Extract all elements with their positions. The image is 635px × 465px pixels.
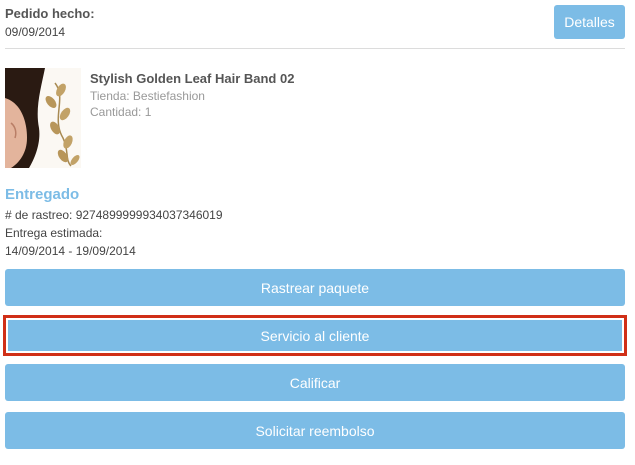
highlight-frame: Servicio al cliente	[3, 315, 627, 356]
track-package-button[interactable]: Rastrear paquete	[5, 269, 625, 306]
product-item: Stylish Golden Leaf Hair Band 02 Tienda:…	[5, 68, 625, 170]
order-header: Pedido hecho: 09/09/2014 Detalles	[5, 5, 625, 47]
estimated-delivery-range: 14/09/2014 - 19/09/2014	[5, 244, 136, 258]
delivery-status: Entregado	[5, 186, 80, 203]
details-button[interactable]: Detalles	[554, 5, 625, 39]
tracking-number: # de rastreo: 9274899999934037346019	[5, 208, 223, 222]
product-store: Tienda: Bestiefashion	[90, 89, 205, 103]
product-name[interactable]: Stylish Golden Leaf Hair Band 02	[90, 71, 294, 86]
request-refund-button[interactable]: Solicitar reembolso	[5, 412, 625, 449]
product-quantity: Cantidad: 1	[90, 105, 152, 119]
rate-button[interactable]: Calificar	[5, 364, 625, 401]
order-date: 09/09/2014	[5, 25, 66, 39]
customer-service-button[interactable]: Servicio al cliente	[8, 320, 622, 351]
product-photo-icon	[5, 68, 81, 168]
order-placed-label: Pedido hecho:	[5, 6, 95, 21]
estimated-delivery-label: Entrega estimada:	[5, 226, 103, 240]
divider	[5, 48, 625, 49]
product-thumbnail[interactable]	[5, 68, 81, 168]
